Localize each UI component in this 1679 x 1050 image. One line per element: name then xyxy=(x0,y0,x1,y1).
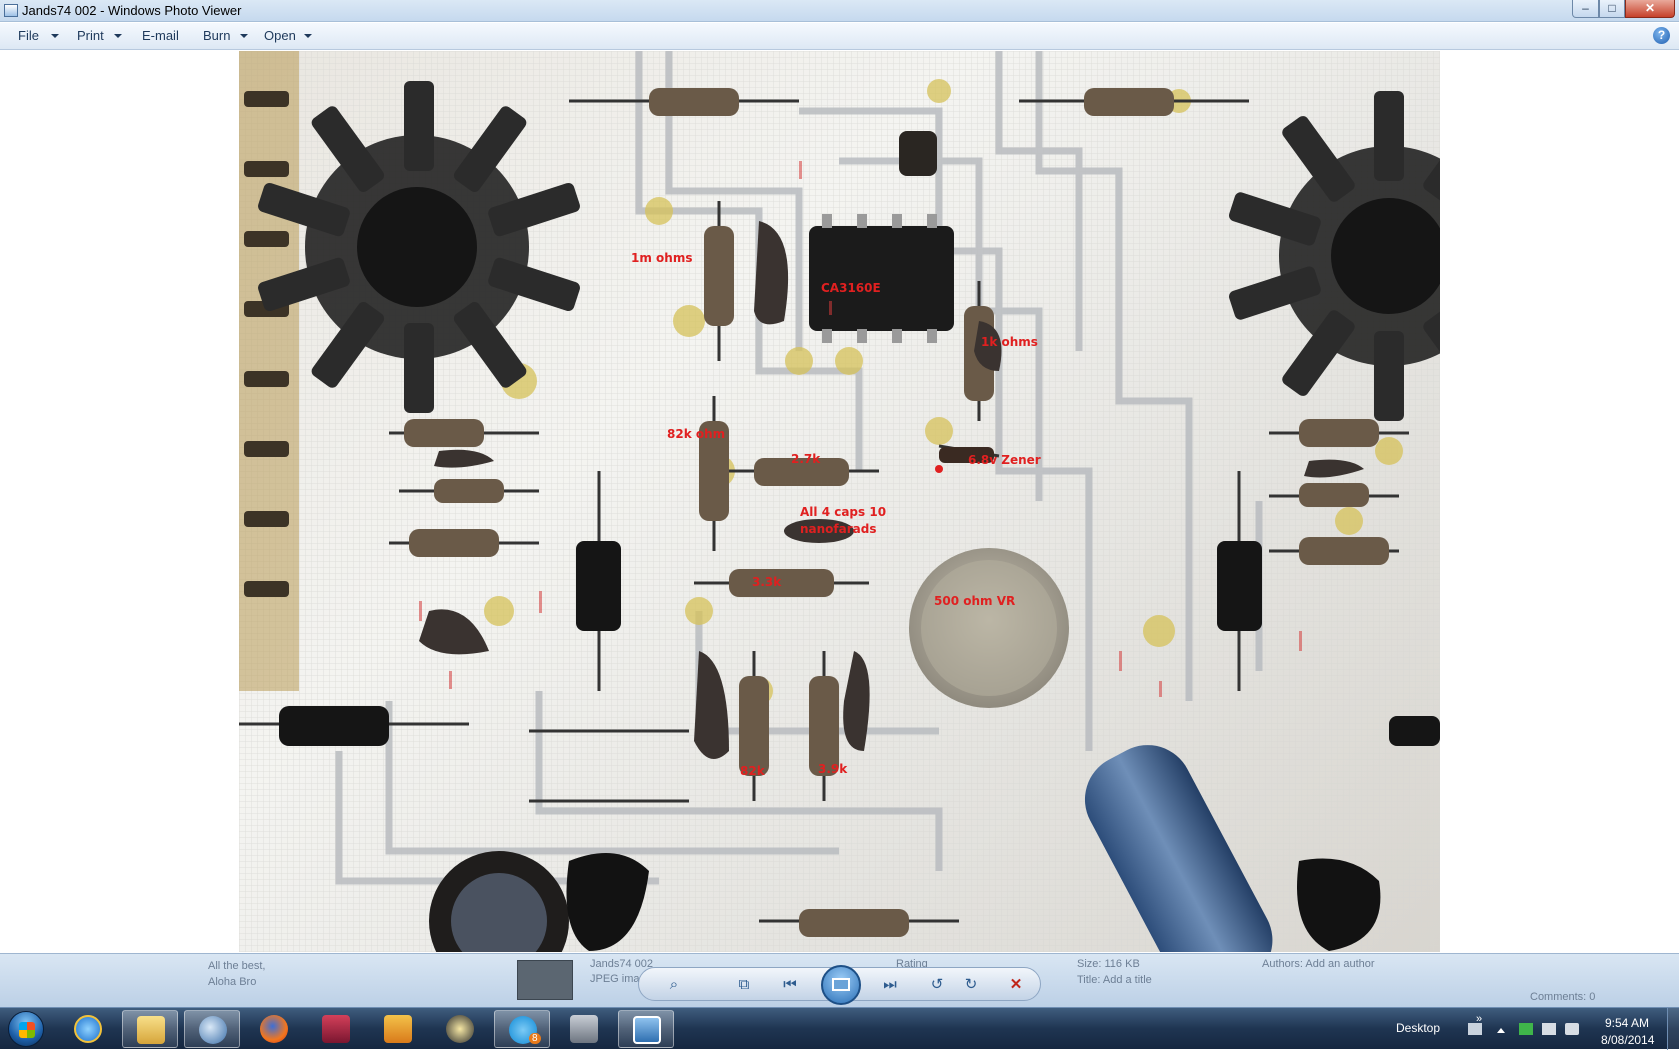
zoom-icon[interactable]: ⌕ xyxy=(663,974,685,996)
taskbar-internet-explorer[interactable] xyxy=(60,1010,116,1048)
windows-taskbar: 8 Desktop » 9:54 AM 8/08/2014 xyxy=(0,1007,1679,1050)
print-dropdown-arrow-icon[interactable] xyxy=(114,34,122,38)
burn-dropdown-arrow-icon[interactable] xyxy=(240,34,248,38)
info-size: Size: 116 KB xyxy=(1077,958,1140,970)
photo-viewer-icon xyxy=(633,1016,661,1044)
maximize-button[interactable]: □ xyxy=(1599,0,1625,18)
windows-logo-icon xyxy=(8,1011,44,1047)
taskbar-photo-viewer[interactable] xyxy=(618,1010,674,1048)
file-thumbnail xyxy=(517,960,573,1000)
label-2-7k: 2.7k xyxy=(791,452,821,466)
info-comments: Comments: 0 xyxy=(1530,991,1596,1003)
media-player-icon xyxy=(384,1015,412,1043)
window-title: Jands74 002 - Windows Photo Viewer xyxy=(22,3,242,18)
taskbar-bee-app[interactable] xyxy=(432,1010,488,1048)
bee-app-icon xyxy=(446,1015,474,1043)
firefox-icon xyxy=(260,1015,288,1043)
label-82k: 82k xyxy=(740,764,765,778)
rotate-ccw-icon[interactable]: ↺ xyxy=(926,974,948,996)
folder-icon xyxy=(137,1016,165,1044)
next-icon[interactable]: ⏭ xyxy=(879,974,901,996)
info-left-line1: All the best, xyxy=(208,960,266,972)
start-button[interactable] xyxy=(2,1009,52,1049)
help-icon[interactable]: ? xyxy=(1653,27,1670,44)
taskbar-thunderbird[interactable] xyxy=(184,1010,240,1048)
label-82k-ohm: 82k ohm xyxy=(667,427,726,441)
slideshow-button[interactable] xyxy=(821,965,861,1005)
info-title: Title: Add a title xyxy=(1077,974,1152,986)
label-ca3160e: CA3160E xyxy=(821,281,881,295)
label-1k-ohms: 1k ohms xyxy=(981,335,1038,349)
menu-burn[interactable]: Burn xyxy=(203,28,230,43)
menu-file[interactable]: File xyxy=(18,28,39,43)
thunderbird-icon xyxy=(199,1016,227,1044)
pcb-photo-drawing xyxy=(239,51,1440,952)
menu-print[interactable]: Print xyxy=(77,28,104,43)
media-app-icon xyxy=(322,1015,350,1043)
title-bar: Jands74 002 - Windows Photo Viewer – □ ✕ xyxy=(0,0,1679,22)
label-1m-ohms: 1m ohms xyxy=(631,251,693,265)
label-500-ohm-vr: 500 ohm VR xyxy=(934,594,1016,608)
delete-icon[interactable]: ✕ xyxy=(1005,974,1027,996)
open-dropdown-arrow-icon[interactable] xyxy=(304,34,312,38)
menu-bar: File Print E-mail Burn Open xyxy=(0,23,1679,50)
action-center-icon[interactable] xyxy=(1542,1023,1556,1035)
info-left-line2: Aloha Bro xyxy=(208,976,257,988)
taskbar-skype[interactable]: 8 xyxy=(494,1010,550,1048)
keyboard-icon[interactable] xyxy=(1468,1023,1482,1035)
photo-viewer-app-icon xyxy=(4,4,18,17)
desktop-toolbar-label[interactable]: Desktop xyxy=(1396,1021,1440,1035)
taskbar-media-app[interactable] xyxy=(308,1010,364,1048)
previous-icon[interactable]: ⏮ xyxy=(779,974,801,996)
menu-email[interactable]: E-mail xyxy=(142,28,179,43)
taskbar-firefox[interactable] xyxy=(246,1010,302,1048)
label-caps-line1: All 4 caps 10 xyxy=(800,505,887,519)
label-caps-line2: nanofarads xyxy=(800,522,877,536)
show-desktop-button[interactable] xyxy=(1667,1008,1679,1050)
minimize-button[interactable]: – xyxy=(1572,0,1599,18)
clock-time[interactable]: 9:54 AM xyxy=(1605,1016,1649,1030)
rotate-cw-icon[interactable]: ↻ xyxy=(960,974,982,996)
internet-explorer-icon xyxy=(74,1015,102,1043)
volume-icon[interactable] xyxy=(1565,1023,1579,1035)
info-authors: Authors: Add an author xyxy=(1262,958,1375,970)
label-6-8v-zener: 6.8v Zener xyxy=(968,453,1041,467)
taskbar-file-explorer[interactable] xyxy=(122,1010,178,1048)
actual-size-icon[interactable]: ⧉ xyxy=(733,974,755,996)
pcb-photo: 1m ohms CA3160E 1k ohms 82k ohm 2.7k 6.8… xyxy=(239,51,1440,952)
show-hidden-icons-icon[interactable] xyxy=(1497,1028,1505,1033)
playback-controls: ⌕ ⧉ ⏮ ⏭ ↺ ↻ ✕ xyxy=(638,965,1041,1005)
file-dropdown-arrow-icon[interactable] xyxy=(51,34,59,38)
clock-date[interactable]: 8/08/2014 xyxy=(1601,1033,1654,1047)
taskbar-camera-app[interactable] xyxy=(556,1010,612,1048)
image-viewport: 1m ohms CA3160E 1k ohms 82k ohm 2.7k 6.8… xyxy=(0,51,1679,953)
label-3-3k: 3.3k xyxy=(752,575,782,589)
sync-icon[interactable] xyxy=(1519,1023,1533,1035)
info-file-name: Jands74 002 xyxy=(590,958,653,970)
taskbar-media-player[interactable] xyxy=(370,1010,426,1048)
skype-badge: 8 xyxy=(529,1033,541,1044)
close-window-button[interactable]: ✕ xyxy=(1625,0,1675,18)
menu-open[interactable]: Open xyxy=(264,28,296,43)
slideshow-icon xyxy=(832,978,850,991)
camera-icon xyxy=(570,1015,598,1043)
label-3-9k: 3.9k xyxy=(818,762,848,776)
